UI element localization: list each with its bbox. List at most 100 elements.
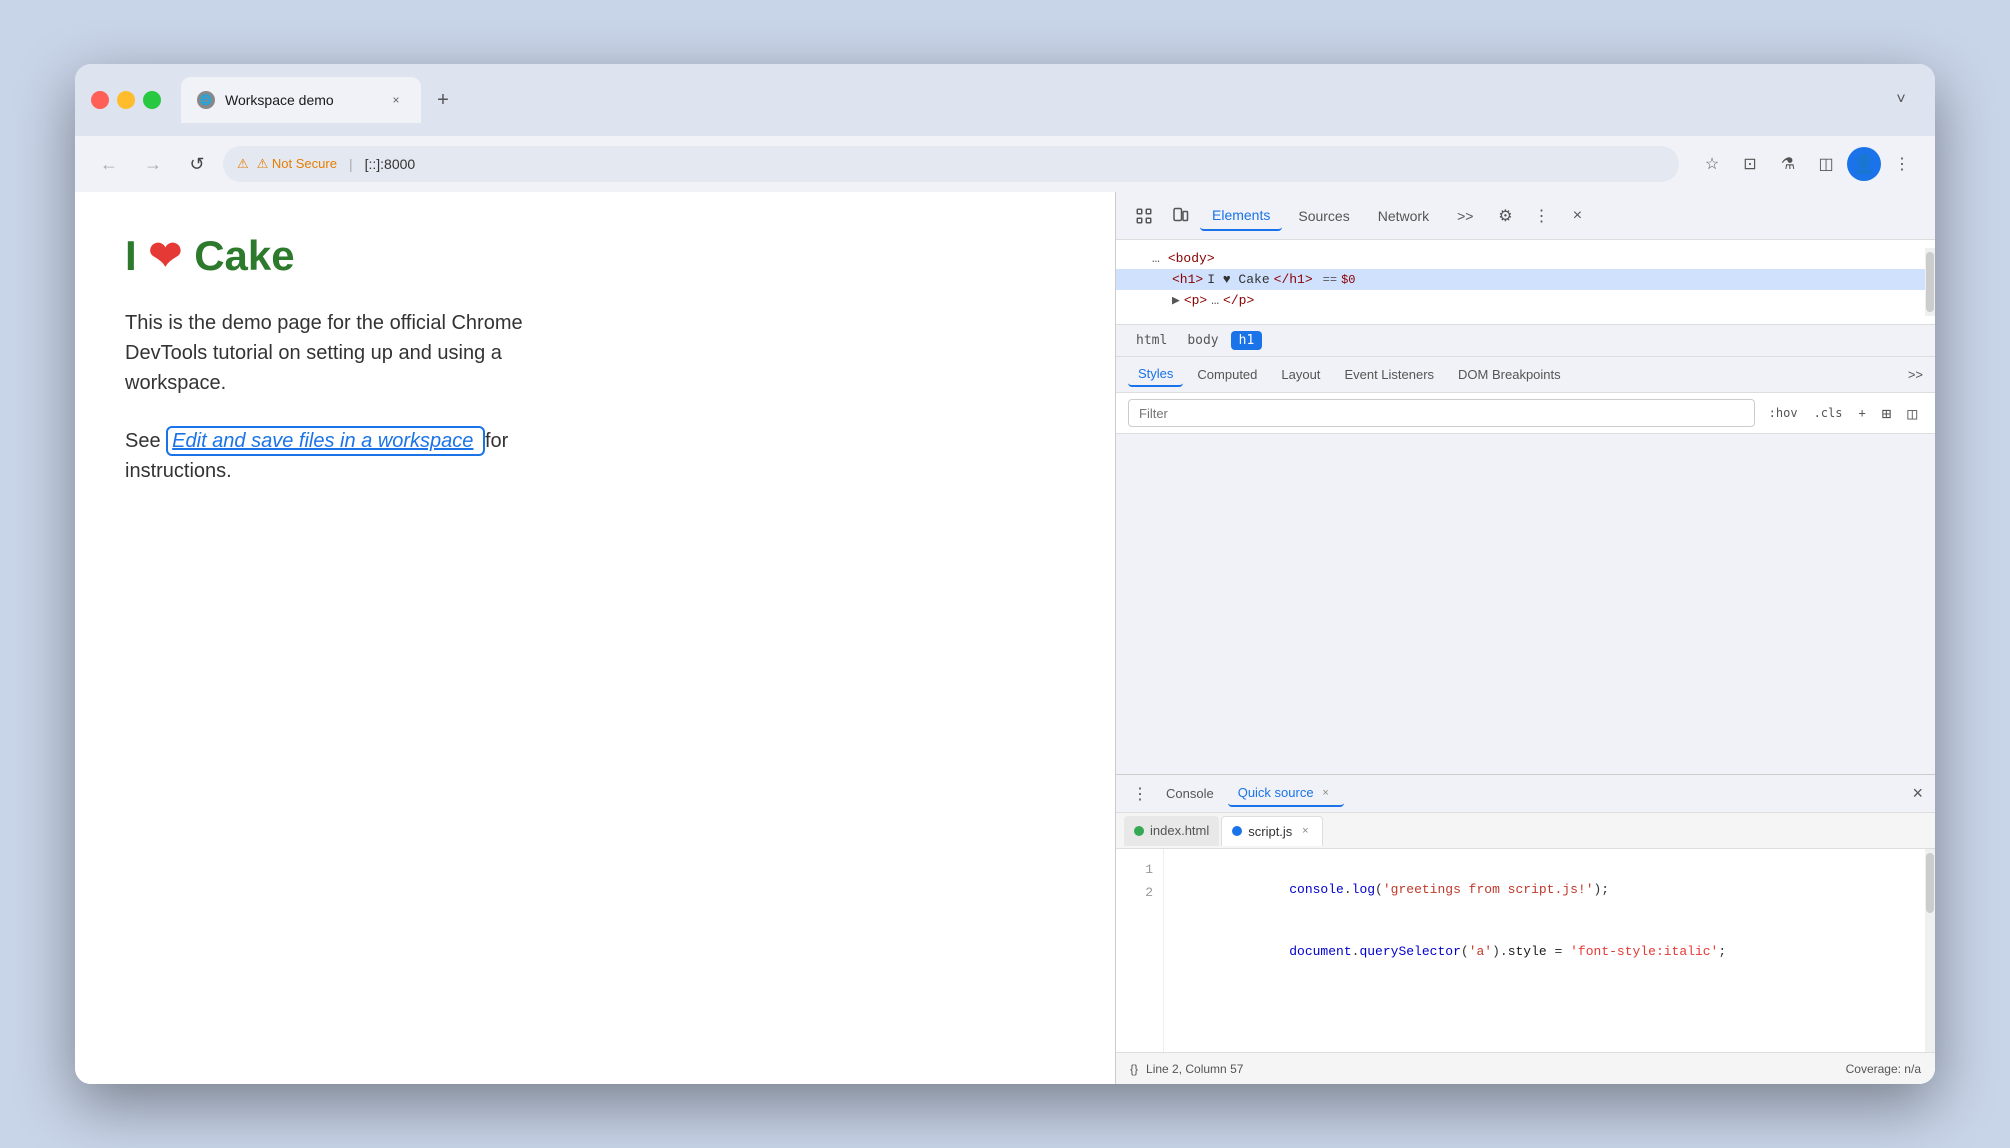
inspect-icon-button[interactable] [1128, 200, 1160, 232]
dom-tree-scrollbar[interactable] [1925, 248, 1935, 316]
tab-close-button[interactable]: × [387, 91, 405, 109]
dom-dots[interactable]: … [1152, 251, 1160, 266]
reload-button[interactable]: ↺ [179, 146, 215, 182]
tab-event-listeners[interactable]: Event Listeners [1334, 363, 1444, 386]
devtools-settings-button[interactable]: ⚙ [1489, 200, 1521, 232]
quick-source-label: Quick source [1238, 785, 1314, 800]
tab-dom-breakpoints[interactable]: DOM Breakpoints [1448, 363, 1571, 386]
code-str2b: 'font-style:italic' [1570, 944, 1718, 959]
dom-row-h1[interactable]: <h1> I ♥ Cake </h1> == $0 [1116, 269, 1925, 290]
tab-computed[interactable]: Computed [1187, 363, 1267, 386]
breadcrumb-html[interactable]: html [1128, 331, 1175, 350]
index-html-label: index.html [1150, 823, 1209, 838]
minimize-traffic-light[interactable] [117, 91, 135, 109]
devtools-close-button[interactable]: × [1561, 200, 1593, 232]
code-line-1: console.log('greetings from script.js!')… [1180, 859, 1909, 921]
code-console: console [1289, 882, 1344, 897]
tab-console[interactable]: Console [1156, 782, 1224, 805]
lab-button[interactable]: ⚗ [1771, 147, 1805, 181]
toggle-css-button[interactable]: ◫ [1901, 402, 1923, 425]
devtools-more-button[interactable]: ⋮ [1525, 200, 1557, 232]
url-text: [::]:8000 [365, 156, 416, 172]
menu-button[interactable]: ⋮ [1885, 147, 1919, 181]
styles-more-button[interactable]: >> [1908, 367, 1923, 382]
security-label: ⚠ Not Secure [257, 156, 337, 172]
bookmark-button[interactable]: ☆ [1695, 147, 1729, 181]
index-html-dot [1134, 826, 1144, 836]
tab-dropdown-button[interactable]: ˅ [1883, 82, 1919, 118]
tab-styles[interactable]: Styles [1128, 362, 1183, 387]
breadcrumb-h1[interactable]: h1 [1231, 331, 1263, 350]
tab-elements[interactable]: Elements [1200, 201, 1282, 231]
security-icon: ⚠ [237, 156, 249, 172]
file-tabs: index.html script.js × [1116, 813, 1935, 849]
styles-tabs: Styles Computed Layout Event Listeners D… [1116, 357, 1935, 393]
breadcrumb-body[interactable]: body [1179, 331, 1226, 350]
new-tab-button[interactable]: + [425, 82, 461, 118]
quick-source-close[interactable]: × [1318, 785, 1334, 801]
tab-title: Workspace demo [225, 92, 377, 108]
bottom-panel-dots[interactable]: ⋮ [1128, 780, 1152, 808]
file-tab-script-js[interactable]: script.js × [1221, 816, 1323, 846]
format-icon[interactable]: {} [1130, 1062, 1138, 1076]
webpage-content: I ❤ Cake This is the demo page for the o… [75, 192, 1115, 1084]
profile-button[interactable]: 👤 [1847, 147, 1881, 181]
see-label: See [125, 430, 161, 452]
code-editor: 1 2 console.log('greetings from script.j… [1116, 849, 1935, 1052]
script-js-close[interactable]: × [1298, 824, 1312, 838]
tab-network[interactable]: Network [1366, 202, 1441, 230]
nav-actions: ☆ ⊡ ⚗ ◫ 👤 ⋮ [1695, 147, 1919, 181]
styles-filter-row: :hov .cls + ⊞ ◫ [1116, 393, 1935, 434]
content-area: I ❤ Cake This is the demo page for the o… [75, 192, 1935, 1084]
back-button[interactable]: ← [91, 146, 127, 182]
elements-panel: … <body> <h1> I ♥ Cake </h1> == $0 [1116, 240, 1935, 774]
extension-button[interactable]: ⊡ [1733, 147, 1767, 181]
bottom-panel-close[interactable]: × [1912, 783, 1923, 804]
instructions-label: for [485, 430, 508, 452]
split-button[interactable]: ◫ [1809, 147, 1843, 181]
styles-filter-input[interactable] [1128, 399, 1755, 427]
status-bar: {} Line 2, Column 57 Coverage: n/a [1116, 1052, 1935, 1084]
dom-h1-open: <h1> [1172, 272, 1203, 287]
tab-quick-source[interactable]: Quick source × [1228, 781, 1344, 807]
dom-dollar: $0 [1341, 273, 1355, 287]
code-content[interactable]: console.log('greetings from script.js!')… [1164, 849, 1925, 1052]
cursor-position: Line 2, Column 57 [1146, 1062, 1243, 1076]
close-traffic-light[interactable] [91, 91, 109, 109]
heading-i: I [125, 232, 137, 280]
status-left: {} Line 2, Column 57 [1130, 1062, 1243, 1076]
tab-layout[interactable]: Layout [1271, 363, 1330, 386]
device-toolbar-button[interactable] [1164, 200, 1196, 232]
breadcrumb-bar: html body h1 [1116, 325, 1935, 357]
line-numbers: 1 2 [1116, 849, 1164, 1052]
tab-sources[interactable]: Sources [1286, 202, 1361, 230]
force-state-button[interactable]: ⊞ [1876, 402, 1898, 425]
code-queryselector: querySelector [1359, 944, 1460, 959]
heading-cake: Cake [194, 232, 294, 280]
link-highlight: Edit and save files in a workspace [166, 426, 485, 456]
dom-row-body[interactable]: … <body> [1116, 248, 1925, 269]
dom-h1-text: I ♥ Cake [1207, 272, 1269, 287]
body-paragraph: This is the demo page for the official C… [125, 308, 585, 398]
tab-bar: 🌐 Workspace demo × + [181, 77, 1871, 123]
dom-p-tag: <p> [1184, 293, 1207, 308]
dom-tree: … <body> <h1> I ♥ Cake </h1> == $0 [1116, 240, 1935, 325]
line-num-1: 1 [1116, 859, 1163, 882]
forward-button[interactable]: → [135, 146, 171, 182]
styles-panel: Styles Computed Layout Event Listeners D… [1116, 357, 1935, 774]
dom-row-p[interactable]: ▶ <p> … </p> [1116, 290, 1925, 311]
devtools-panel: Elements Sources Network >> ⚙ ⋮ × [1115, 192, 1935, 1084]
code-log: log [1352, 882, 1375, 897]
workspace-link[interactable]: Edit and save files in a workspace [172, 430, 473, 452]
maximize-traffic-light[interactable] [143, 91, 161, 109]
page-heading: I ❤ Cake [125, 232, 1065, 280]
cls-button[interactable]: .cls [1808, 404, 1849, 422]
code-editor-scrollbar[interactable] [1925, 849, 1935, 1052]
file-tab-index-html[interactable]: index.html [1124, 816, 1219, 846]
tab-more[interactable]: >> [1445, 202, 1485, 230]
hov-button[interactable]: :hov [1763, 404, 1804, 422]
dom-p-close-tag: </p> [1223, 293, 1254, 308]
active-tab[interactable]: 🌐 Workspace demo × [181, 77, 421, 123]
add-style-button[interactable]: + [1852, 404, 1871, 422]
address-bar[interactable]: ⚠ ⚠ Not Secure | [::]:8000 [223, 146, 1679, 182]
